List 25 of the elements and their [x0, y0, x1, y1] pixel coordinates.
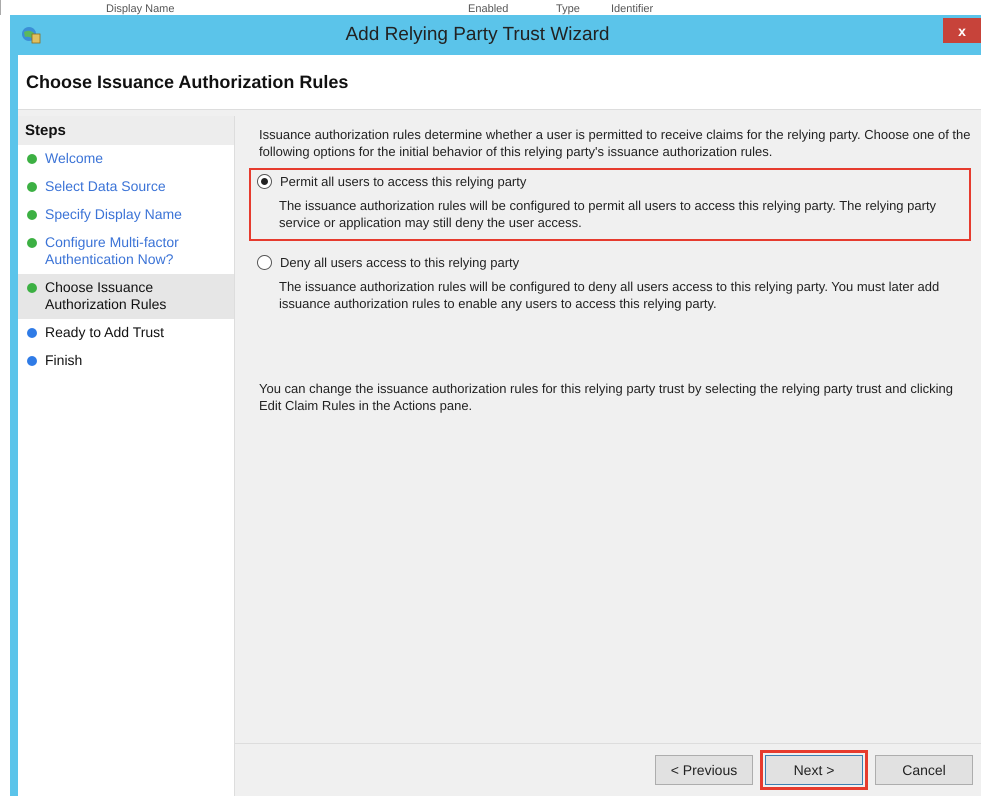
wizard-button[interactable]: < Previous — [655, 755, 753, 785]
column-header: Identifier — [611, 3, 654, 15]
window-title: Add Relying Party Trust Wizard — [344, 24, 610, 46]
step-item[interactable]: Select Data Source — [18, 173, 234, 201]
step-item[interactable]: Welcome — [18, 145, 234, 173]
option-description: The issuance authorization rules will be configured to permit all users to access this relying party. The relying party service or application may still deny the user access. — [279, 197, 938, 231]
radio-button[interactable] — [257, 255, 272, 270]
step-item[interactable]: Ready to Add Trust — [18, 319, 234, 347]
step-item[interactable]: Choose Issuance Authorization Rules — [18, 274, 234, 319]
page-title: Choose Issuance Authorization Rules — [26, 72, 348, 92]
radio-button[interactable] — [257, 174, 272, 189]
intro-text: Issuance authorization rules determine whether a user is permitted to receive claims for the relying party. Choose one of the following options for the initial behavior of this relying party's issuance authorization rules. — [259, 126, 971, 160]
step-item[interactable]: Finish — [18, 347, 234, 375]
column-header: Display Name — [106, 3, 176, 15]
steps-heading: Steps — [18, 116, 234, 145]
note-text: You can change the issuance authorization rules for this relying party trust by selecting the relying party trust and clicking Edit Claim Rules in the Actions pane. — [259, 380, 954, 414]
step-item[interactable]: Specify Display Name — [18, 201, 234, 229]
option-description: The issuance authorization rules will be configured to deny all users access to this relying party. You must later add issuance authorization rules to enable any users to access this relying party. — [279, 278, 940, 312]
step-item[interactable]: Configure Multi-factor Authentication Now? — [18, 229, 234, 274]
wizard-button[interactable]: Cancel — [875, 755, 973, 785]
close-button[interactable]: x — [943, 18, 981, 43]
option-label[interactable]: Deny all users access to this relying party — [280, 255, 520, 270]
column-header: Type — [556, 3, 581, 15]
option-label[interactable]: Permit all users to access this relying party — [280, 174, 526, 189]
column-header: Enabled — [468, 3, 510, 15]
